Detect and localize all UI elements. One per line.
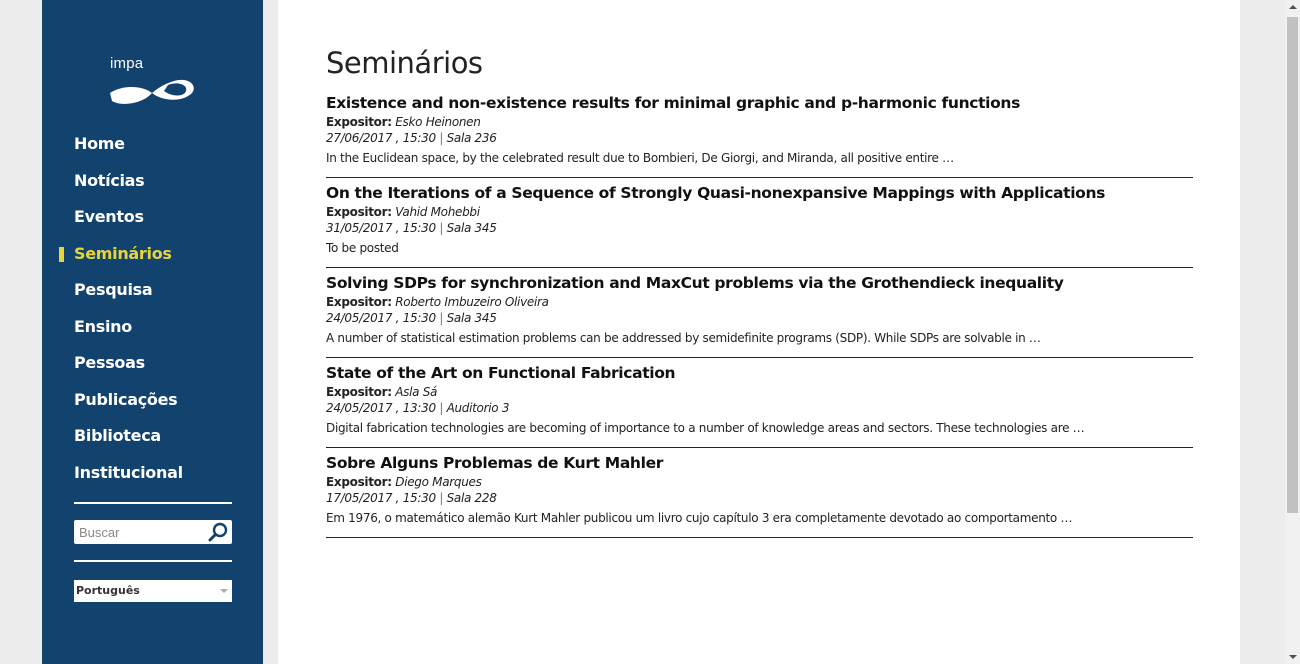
seminar-abstract: A number of statistical estimation probl… bbox=[326, 331, 1041, 345]
scrollbar-thumb[interactable] bbox=[1287, 17, 1298, 513]
nav-item-publicacoes[interactable]: Publicações bbox=[42, 387, 263, 424]
seminar-meta: 17/05/2017 , 15:30 | Sala 228 bbox=[326, 491, 497, 505]
seminar-speaker: Expositor: Diego Marques bbox=[326, 475, 482, 489]
seminar-speaker: Expositor: Vahid Mohebbi bbox=[326, 205, 480, 219]
seminar-title-link[interactable]: On the Iterations of a Sequence of Stron… bbox=[326, 184, 1105, 202]
mobius-logo-icon bbox=[110, 79, 194, 104]
page-scrollbar[interactable] bbox=[1285, 0, 1300, 664]
seminar-item: State of the Art on Functional Fabricati… bbox=[326, 364, 1193, 448]
seminar-item: On the Iterations of a Sequence of Stron… bbox=[326, 184, 1193, 268]
scroll-down-arrow-icon[interactable] bbox=[1289, 655, 1297, 659]
seminar-speaker: Expositor: Roberto Imbuzeiro Oliveira bbox=[326, 295, 549, 309]
nav-item-noticias[interactable]: Notícias bbox=[42, 168, 263, 205]
seminar-title-link[interactable]: State of the Art on Functional Fabricati… bbox=[326, 364, 676, 382]
nav-item-seminarios[interactable]: Seminários bbox=[42, 241, 263, 278]
seminar-item: Existence and non-existence results for … bbox=[326, 94, 1193, 178]
nav-item-biblioteca[interactable]: Biblioteca bbox=[42, 423, 263, 460]
language-select[interactable]: Português bbox=[74, 580, 232, 602]
seminar-meta: 27/06/2017 , 15:30 | Sala 236 bbox=[326, 131, 497, 145]
main-content: Seminários Existence and non-existence r… bbox=[278, 0, 1240, 664]
search-box bbox=[74, 520, 232, 544]
chevron-down-icon bbox=[220, 589, 228, 593]
seminar-meta: 24/05/2017 , 13:30 | Auditorio 3 bbox=[326, 401, 510, 415]
nav-item-eventos[interactable]: Eventos bbox=[42, 204, 263, 241]
seminar-abstract: Digital fabrication technologies are bec… bbox=[326, 421, 1085, 435]
seminar-abstract: To be posted bbox=[326, 241, 399, 255]
page-title: Seminários bbox=[326, 46, 483, 80]
seminar-abstract: Em 1976, o matemático alemão Kurt Mahler… bbox=[326, 511, 1073, 525]
search-icon[interactable] bbox=[207, 522, 229, 542]
scroll-up-arrow-icon[interactable] bbox=[1289, 5, 1297, 9]
nav-item-institucional[interactable]: Institucional bbox=[42, 460, 263, 497]
main-nav: Home Notícias Eventos Seminários Pesquis… bbox=[42, 131, 263, 496]
impa-logo[interactable]: impa bbox=[108, 55, 198, 107]
nav-item-pesquisa[interactable]: Pesquisa bbox=[42, 277, 263, 314]
seminar-meta: 31/05/2017 , 15:30 | Sala 345 bbox=[326, 221, 497, 235]
nav-item-home[interactable]: Home bbox=[42, 131, 263, 168]
seminar-speaker: Expositor: Asla Sá bbox=[326, 385, 438, 399]
seminar-item: Sobre Alguns Problemas de Kurt Mahler Ex… bbox=[326, 454, 1193, 538]
seminar-abstract: In the Euclidean space, by the celebrate… bbox=[326, 151, 954, 165]
sidebar: impa Home Notícias Eventos Seminários Pe… bbox=[42, 0, 263, 664]
language-selected: Português bbox=[76, 584, 140, 597]
sidebar-divider bbox=[74, 560, 232, 562]
nav-item-pessoas[interactable]: Pessoas bbox=[42, 350, 263, 387]
nav-item-ensino[interactable]: Ensino bbox=[42, 314, 263, 351]
search-input[interactable] bbox=[74, 520, 207, 544]
sidebar-divider bbox=[74, 502, 232, 504]
seminar-meta: 24/05/2017 , 15:30 | Sala 345 bbox=[326, 311, 497, 325]
seminar-title-link[interactable]: Existence and non-existence results for … bbox=[326, 94, 1020, 112]
seminar-item: Solving SDPs for synchronization and Max… bbox=[326, 274, 1193, 358]
seminar-title-link[interactable]: Sobre Alguns Problemas de Kurt Mahler bbox=[326, 454, 663, 472]
seminar-title-link[interactable]: Solving SDPs for synchronization and Max… bbox=[326, 274, 1064, 292]
seminar-speaker: Expositor: Esko Heinonen bbox=[326, 115, 481, 129]
